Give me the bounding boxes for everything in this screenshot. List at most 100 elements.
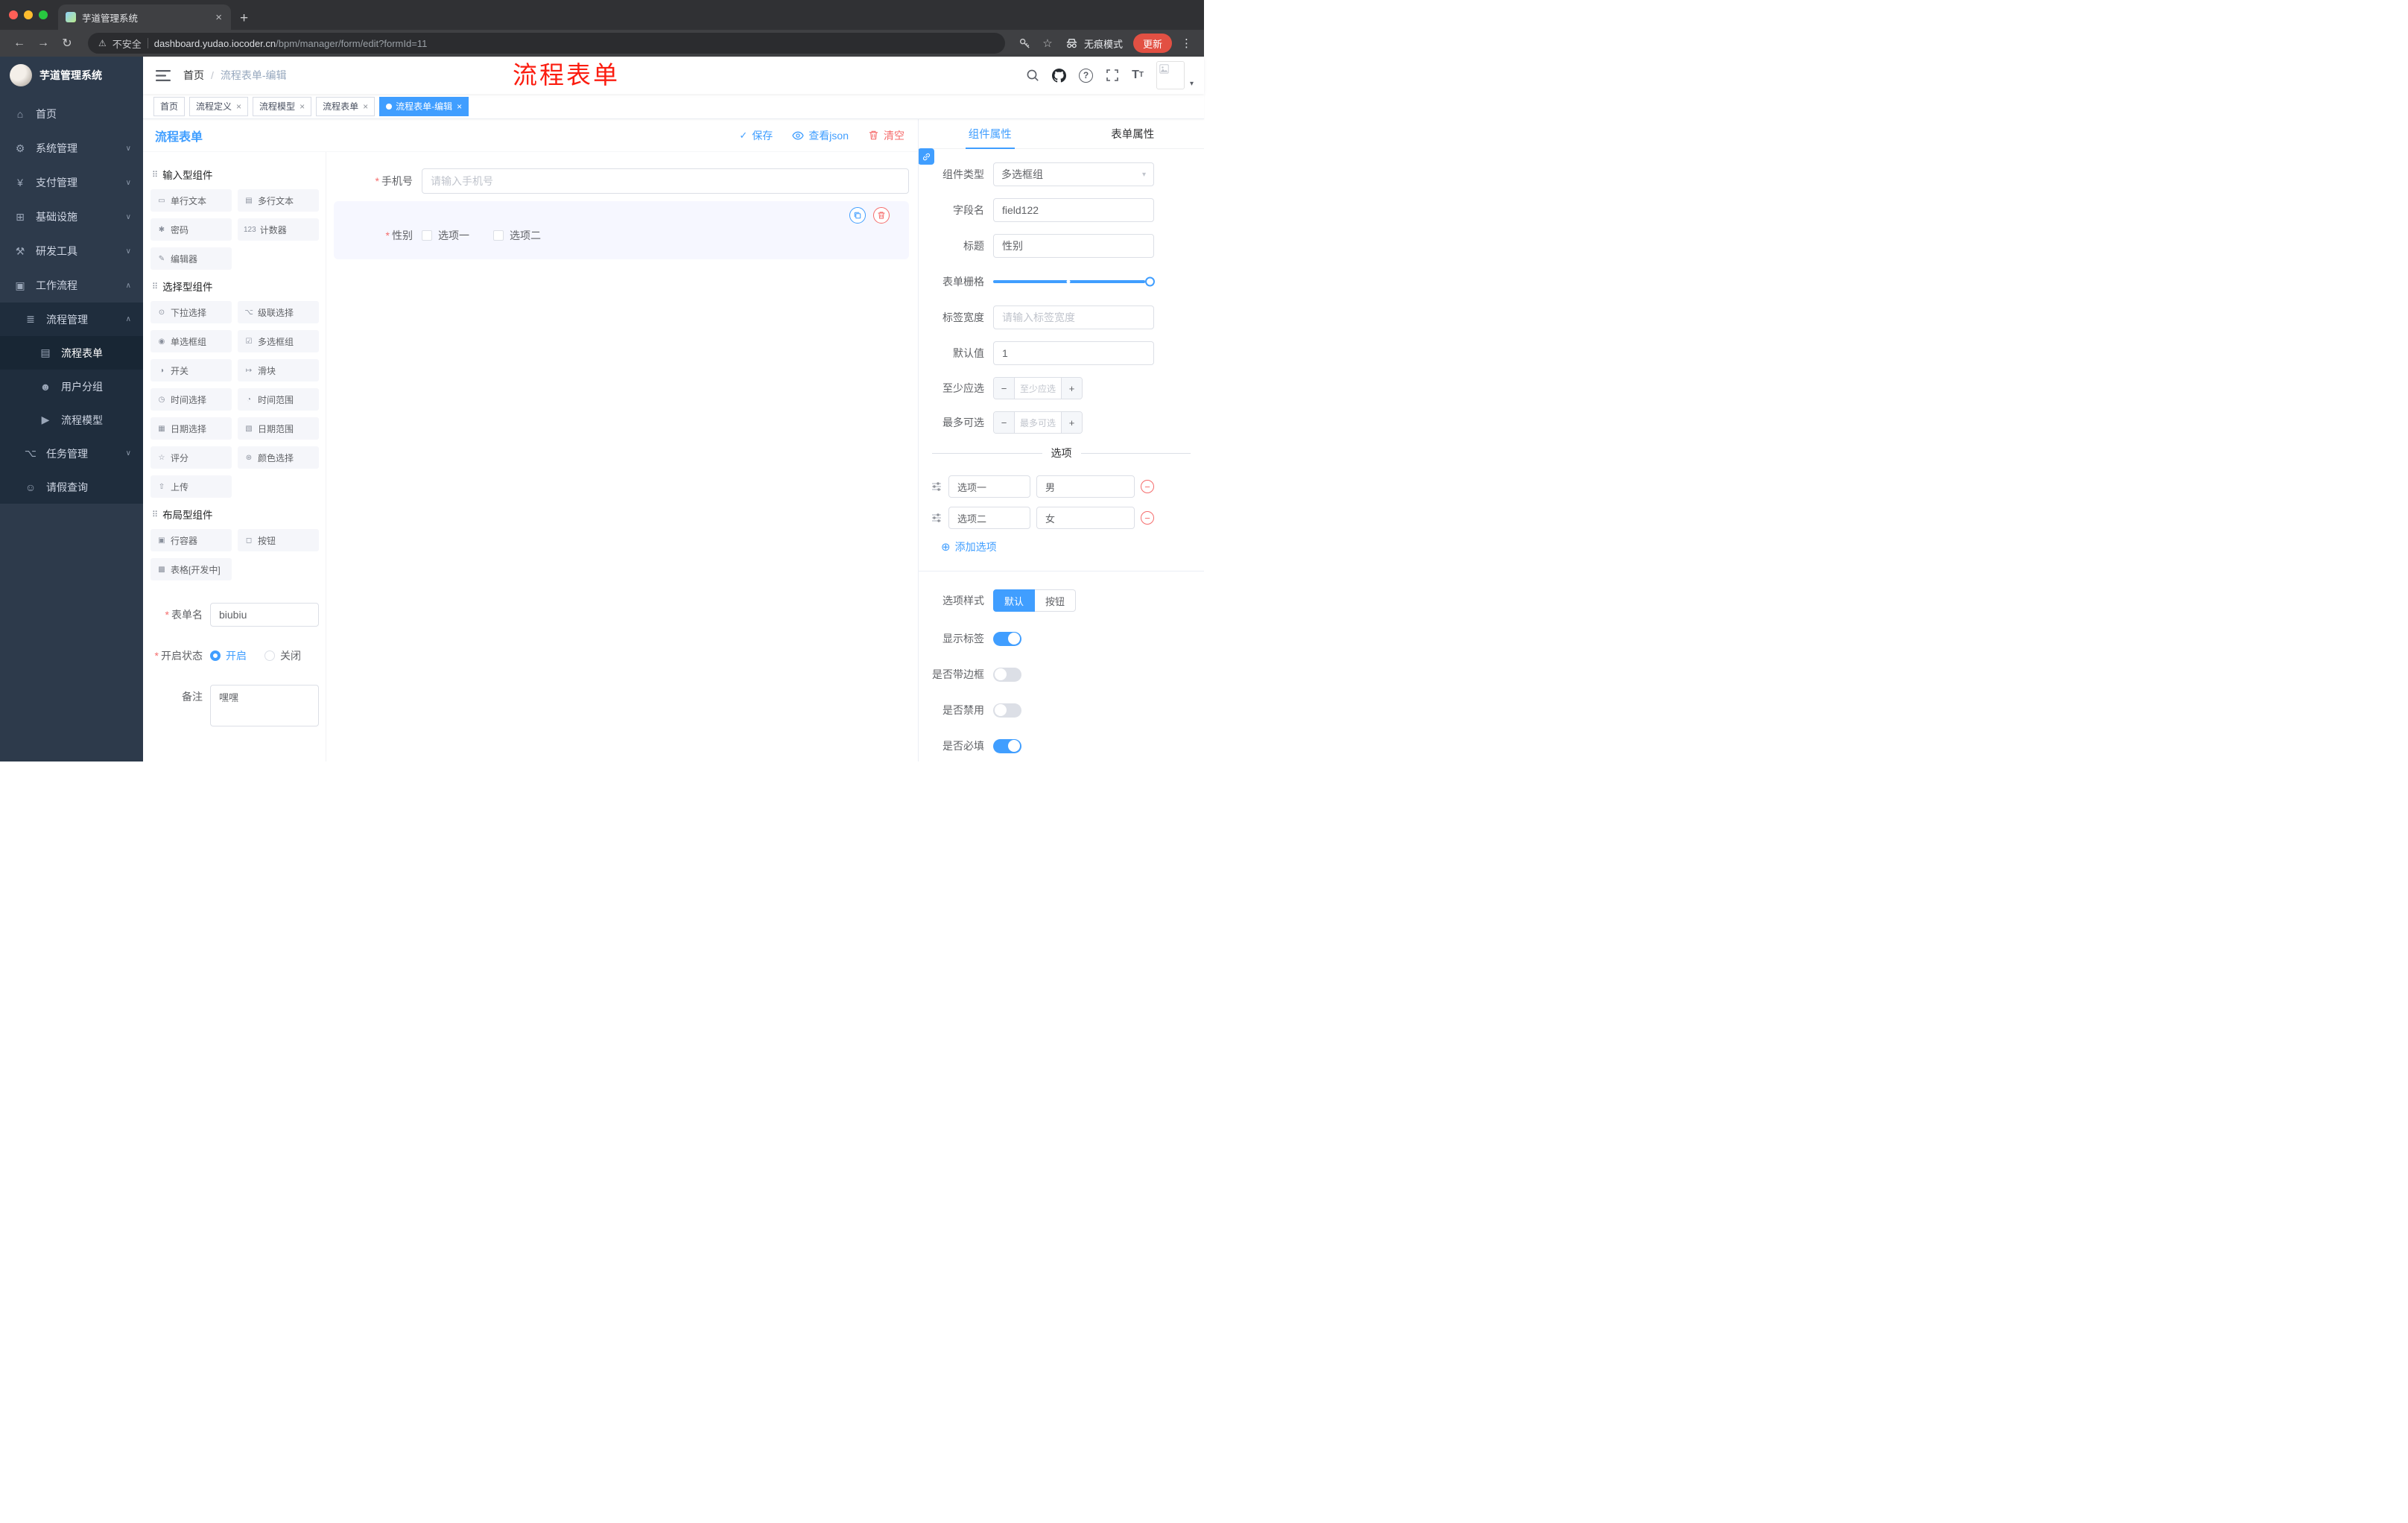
clear-button[interactable]: 清空 [868, 128, 904, 143]
max-select-value[interactable]: 最多可选 [1015, 412, 1061, 433]
tag-home[interactable]: 首页 [153, 96, 186, 116]
sidebar-item-system-management[interactable]: ⚙ 系统管理 ∨ [0, 131, 143, 165]
close-icon[interactable]: × [362, 102, 368, 111]
palette-item-checkbox-group[interactable]: ☑ 多选框组 [238, 330, 319, 352]
forward-button[interactable]: → [33, 33, 54, 54]
tag-process-definition[interactable]: 流程定义 × [189, 96, 249, 116]
avatar-caret-icon[interactable]: ▾ [1190, 80, 1194, 89]
option-label-input[interactable] [948, 507, 1030, 529]
sidebar-item-infrastructure[interactable]: ⊞ 基础设施 ∨ [0, 200, 143, 234]
browser-menu-icon[interactable]: ⋮ [1175, 37, 1195, 50]
max-select-stepper[interactable]: − 最多可选 + [993, 411, 1083, 434]
security-label[interactable]: 不安全 [113, 37, 142, 51]
window-close-button[interactable] [9, 10, 18, 19]
slider-track[interactable] [993, 276, 1155, 287]
new-tab-button[interactable]: + [240, 11, 248, 25]
fullscreen-icon[interactable] [1106, 69, 1119, 82]
status-radio-closed[interactable]: 关闭 [264, 644, 301, 668]
close-icon[interactable]: × [456, 102, 462, 111]
palette-item-select[interactable]: ⊙ 下拉选择 [150, 301, 232, 323]
close-icon[interactable]: × [235, 102, 241, 111]
reload-button[interactable]: ↻ [57, 33, 77, 54]
save-button[interactable]: ✓ 保存 [739, 128, 773, 143]
sidebar-item-process-model[interactable]: ▶ 流程模型 [0, 403, 143, 437]
default-value-input[interactable] [993, 341, 1154, 365]
required-toggle[interactable] [993, 738, 1021, 753]
min-select-value[interactable]: 至少应选 [1015, 378, 1061, 399]
palette-item-date-range[interactable]: ▧ 日期范围 [238, 417, 319, 440]
palette-item-row-container[interactable]: ▣ 行容器 [150, 529, 232, 551]
address-bar[interactable]: ⚠ 不安全 dashboard.yudao.iocoder.cn/bpm/man… [88, 33, 1005, 54]
checkbox-option-2[interactable]: 选项二 [493, 228, 541, 243]
remove-option-button[interactable]: − [1141, 480, 1154, 493]
breadcrumb-home[interactable]: 首页 [183, 68, 204, 83]
field-name-input[interactable] [993, 198, 1154, 222]
window-minimize-button[interactable] [24, 10, 33, 19]
palette-item-multiline-text[interactable]: ▤ 多行文本 [238, 189, 319, 212]
form-grid-slider[interactable] [993, 270, 1155, 294]
palette-item-single-line-text[interactable]: ▭ 单行文本 [150, 189, 232, 212]
palette-item-time-picker[interactable]: ◷ 时间选择 [150, 388, 232, 411]
checkbox-option-1[interactable]: 选项一 [422, 228, 469, 243]
palette-item-radio-group[interactable]: ◉ 单选框组 [150, 330, 232, 352]
close-icon[interactable]: × [299, 102, 305, 111]
palette-item-cascader[interactable]: ⌥ 级联选择 [238, 301, 319, 323]
drag-handle-icon[interactable] [931, 481, 942, 493]
status-radio-open[interactable]: 开启 [210, 644, 247, 668]
password-key-icon[interactable] [1016, 34, 1035, 53]
tag-process-form-edit[interactable]: 流程表单-编辑 × [379, 96, 469, 116]
title-input[interactable] [993, 234, 1154, 258]
remark-textarea[interactable]: 嘿嘿 [210, 685, 319, 726]
sidebar-item-workflow[interactable]: ▣ 工作流程 ∧ [0, 268, 143, 303]
help-icon[interactable]: ? [1079, 68, 1094, 83]
page-url[interactable]: dashboard.yudao.iocoder.cn/bpm/manager/f… [154, 38, 428, 49]
window-zoom-button[interactable] [39, 10, 48, 19]
palette-item-counter[interactable]: 123 计数器 [238, 218, 319, 241]
palette-item-slider[interactable]: ↦ 滑块 [238, 359, 319, 381]
minus-button[interactable]: − [994, 412, 1015, 433]
slider-handle[interactable] [1145, 276, 1155, 287]
tag-process-model[interactable]: 流程模型 × [253, 96, 312, 116]
back-button[interactable]: ← [9, 33, 30, 54]
tag-process-form[interactable]: 流程表单 × [316, 96, 376, 116]
sidebar-item-home[interactable]: ⌂ 首页 [0, 97, 143, 131]
avatar[interactable] [1156, 61, 1185, 89]
palette-item-rate[interactable]: ☆ 评分 [150, 446, 232, 469]
palette-item-color-picker[interactable]: ⊛ 颜色选择 [238, 446, 319, 469]
palette-item-switch[interactable]: ◑ 开关 [150, 359, 232, 381]
sidebar-item-leave-query[interactable]: ☺ 请假查询 [0, 470, 143, 504]
palette-item-table[interactable]: ▩ 表格[开发中] [150, 558, 232, 580]
disabled-toggle[interactable] [993, 703, 1021, 718]
link-icon[interactable] [919, 148, 934, 165]
option-label-input[interactable] [948, 475, 1030, 498]
option-value-input[interactable] [1036, 507, 1135, 529]
copy-widget-button[interactable] [849, 207, 866, 224]
plus-button[interactable]: + [1061, 412, 1082, 433]
sidebar-item-process-form[interactable]: ▤ 流程表单 [0, 336, 143, 370]
hamburger-icon[interactable] [153, 66, 173, 85]
remove-option-button[interactable]: − [1141, 511, 1154, 525]
tab-component-properties[interactable]: 组件属性 [919, 119, 1062, 148]
palette-item-time-range[interactable]: ◔ 时间范围 [238, 388, 319, 411]
canvas-field-phone[interactable]: * 手机号 [334, 168, 909, 194]
option-value-input[interactable] [1036, 475, 1135, 498]
font-size-icon[interactable]: TT [1132, 69, 1144, 81]
update-button[interactable]: 更新 [1132, 34, 1172, 53]
sidebar-item-process-management[interactable]: ≣ 流程管理 ∧ [0, 303, 143, 336]
palette-item-upload[interactable]: ⇧ 上传 [150, 475, 232, 498]
sidebar-item-payment-management[interactable]: ¥ 支付管理 ∨ [0, 165, 143, 200]
view-json-button[interactable]: 查看json [792, 128, 849, 143]
style-button-button[interactable]: 按钮 [1035, 589, 1077, 612]
github-icon[interactable] [1052, 68, 1067, 83]
tab-form-properties[interactable]: 表单属性 [1062, 119, 1205, 148]
palette-item-date-picker[interactable]: ▦ 日期选择 [150, 417, 232, 440]
phone-input[interactable] [422, 168, 909, 194]
bookmark-star-icon[interactable]: ☆ [1038, 34, 1057, 53]
delete-widget-button[interactable] [873, 207, 890, 224]
app-logo[interactable]: 芋道管理系统 [0, 57, 143, 94]
add-option-button[interactable]: ⊕ 添加选项 [941, 539, 1204, 554]
sidebar-item-task-management[interactable]: ⌥ 任务管理 ∨ [0, 437, 143, 470]
palette-item-editor[interactable]: ✎ 编辑器 [150, 247, 232, 270]
component-type-select[interactable]: 多选框组 ▾ [993, 162, 1154, 186]
drag-handle-icon[interactable] [931, 512, 942, 524]
